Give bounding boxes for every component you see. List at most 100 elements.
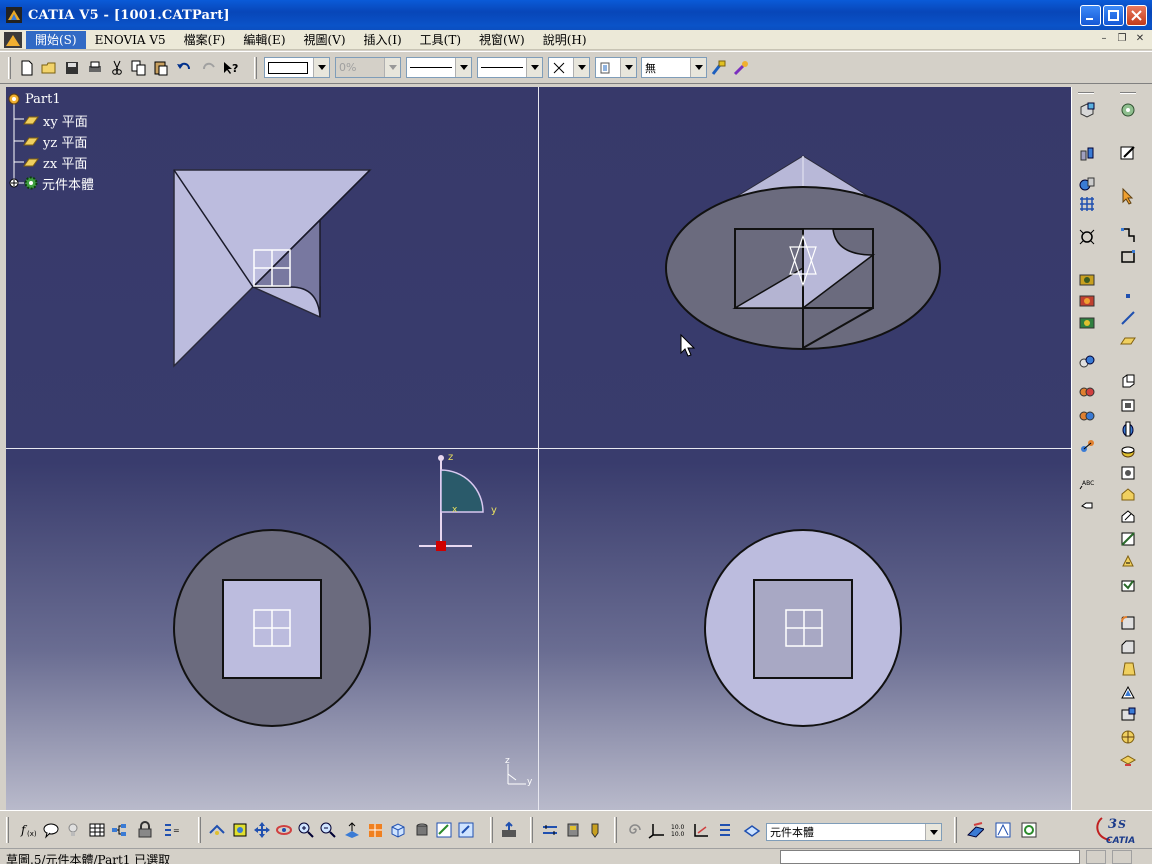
pocket-feature-button[interactable] [1118,395,1138,415]
bottom-right-view-part[interactable] [704,529,902,727]
menu-help[interactable]: 說明(H) [534,31,596,49]
pad-feature-button[interactable] [1118,371,1138,391]
sketch-analysis-button[interactable] [966,821,984,839]
status-button-left[interactable] [1086,850,1106,864]
print-button[interactable] [86,59,104,77]
thickness-button[interactable] [1118,705,1138,725]
rotate-button[interactable] [275,821,293,839]
open-file-button[interactable] [40,59,58,77]
select-button[interactable] [1118,186,1138,206]
material-button[interactable] [1077,312,1097,332]
title-bar[interactable]: CATIA V5 - [1001.CATPart] [0,0,1152,30]
loft-button[interactable] [1118,551,1138,571]
menu-enovia[interactable]: ENOVIA V5 [86,31,175,49]
minimize-button[interactable] [1080,5,1101,26]
update-button[interactable] [500,821,518,839]
parameters-button[interactable]: = [162,821,180,839]
doc-restore-button[interactable]: ❐ [1114,32,1130,46]
body-button[interactable] [1077,352,1097,372]
toolbar-grip[interactable] [954,817,957,843]
menu-view[interactable]: 視圖(V) [295,31,355,49]
zoom-in-button[interactable] [297,821,315,839]
sketch-button[interactable] [1118,143,1138,163]
toolbar-grip[interactable] [198,817,201,843]
camera-button[interactable] [1077,269,1097,289]
status-button-right[interactable] [1112,850,1132,864]
toolbar-grip[interactable] [254,57,257,79]
chevron-down-icon[interactable] [313,58,329,77]
bottom-left-view-part[interactable] [173,529,371,727]
fix-button[interactable] [586,821,604,839]
cut-button[interactable] [108,59,126,77]
pad-button[interactable] [1077,143,1097,163]
stiffener-button[interactable] [1118,529,1138,549]
iso-view-button[interactable] [389,821,407,839]
paste-button[interactable] [152,59,170,77]
menu-insert[interactable]: 插入(I) [355,31,411,49]
specification-tree[interactable]: Part1 xy 平面 yz 平面 zx 平面 元件本體 [6,87,136,197]
toolbar-grip[interactable] [614,817,617,843]
doc-minimize-button[interactable]: – [1096,32,1112,46]
expand-plus-icon[interactable] [8,176,22,190]
compass-icon[interactable]: z y x [419,452,497,551]
toolbar-grip[interactable] [6,817,9,843]
fit-all-button[interactable] [1077,227,1097,247]
lineweight-combo[interactable] [477,57,543,78]
fillet-button[interactable] [1118,613,1138,633]
thread-button[interactable] [1118,727,1138,747]
removed-loft-button[interactable] [1118,575,1138,595]
top-right-view-part[interactable] [665,155,941,350]
check-button[interactable] [1020,821,1038,839]
menu-edit[interactable]: 編輯(E) [234,31,294,49]
groove-button[interactable] [1118,441,1138,461]
formula-button[interactable]: f (x) [20,821,38,839]
document-icon[interactable] [4,31,22,48]
point-button[interactable] [1118,286,1138,306]
copy-button[interactable] [130,59,148,77]
redo-button[interactable] [200,59,218,77]
shell-button[interactable] [1118,683,1138,703]
rendering-style-combo[interactable] [595,57,637,78]
new-file-button[interactable] [18,59,36,77]
profile-button[interactable] [1118,225,1138,245]
tree-structure-button[interactable] [110,821,128,839]
hole-button[interactable] [1118,463,1138,483]
tree-node-zx-plane[interactable]: zx 平面 [23,153,87,172]
boolean-add-button[interactable] [1077,382,1097,402]
catia-app-icon[interactable] [6,7,22,23]
comment-button[interactable] [42,821,60,839]
publication-button[interactable] [1118,100,1138,120]
draft-button[interactable] [1118,659,1138,679]
flag-note-button[interactable] [1077,496,1097,516]
whats-this-button[interactable]: ? [222,59,240,77]
chevron-down-icon[interactable] [526,58,542,77]
point-symbol-combo[interactable] [548,57,590,78]
tree-node-part1[interactable]: Part1 [6,90,61,108]
body-selector-combo[interactable]: 元件本體 [766,823,942,841]
chevron-down-icon[interactable] [925,824,941,840]
tree-node-xy-plane[interactable]: xy 平面 [23,111,88,130]
graphic-properties-button[interactable] [732,59,750,77]
chevron-down-icon[interactable] [384,58,400,77]
rib-button[interactable] [1118,485,1138,505]
boolean-remove-button[interactable] [1077,406,1097,426]
lock-button[interactable] [136,821,154,839]
knowledge-button[interactable] [64,821,82,839]
pan-button[interactable] [253,821,271,839]
command-input[interactable] [780,850,1080,864]
tree-node-part-body[interactable]: 元件本體 [8,174,94,193]
viewport-canvas[interactable]: z y x z y [6,87,1071,810]
normal-view-button[interactable] [343,821,361,839]
chevron-down-icon[interactable] [690,58,706,77]
swap-space-button[interactable] [457,821,475,839]
map-button[interactable] [994,821,1012,839]
menu-file[interactable]: 檔案(F) [175,31,235,49]
shading-button[interactable] [413,821,431,839]
grid-snap-button[interactable]: 10.0 10.0 [670,821,688,839]
pocket-button[interactable] [1077,174,1097,194]
save-button[interactable] [63,59,81,77]
color-combo[interactable] [264,57,330,78]
annotation-button[interactable]: ABC [1077,474,1097,494]
pattern-button[interactable] [1077,194,1097,214]
doc-close-button[interactable]: ✕ [1132,32,1148,46]
